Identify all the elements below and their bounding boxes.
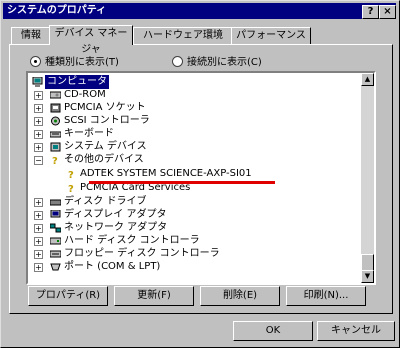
tree-item-hdd-controllers[interactable]: + ハード ディスク コントローラ bbox=[28, 234, 358, 248]
question-icon: ? bbox=[52, 156, 58, 165]
expand-plus-icon[interactable]: + bbox=[34, 224, 43, 233]
tab-performance[interactable]: パフォーマンス bbox=[231, 27, 311, 44]
tree-item-other-devices[interactable]: − ? その他のデバイス bbox=[28, 153, 358, 167]
ok-button[interactable]: OK bbox=[233, 321, 313, 341]
expand-plus-icon[interactable]: + bbox=[34, 143, 43, 152]
tree-item-disk-drives[interactable]: + ディスク ドライブ bbox=[28, 195, 358, 209]
radio-unselected-icon bbox=[172, 55, 183, 67]
scroll-thumb[interactable] bbox=[361, 254, 374, 271]
radio-selected-icon bbox=[30, 55, 41, 67]
tree-item-network-adapters[interactable]: + ネットワーク アダプタ bbox=[28, 221, 358, 235]
system-device-icon bbox=[50, 142, 61, 152]
device-tree[interactable]: コンピュータ + CD-ROM + PCMCIA ソケット + SCSI コント… bbox=[26, 71, 376, 285]
properties-button[interactable]: プロパティ(R) bbox=[28, 286, 108, 306]
network-adapter-icon bbox=[50, 223, 61, 233]
svg-text:?: ? bbox=[68, 170, 74, 179]
view-by-connection-label: 接続別に表示(C) bbox=[187, 57, 262, 68]
window-title: システムのプロパティ bbox=[7, 5, 107, 16]
scroll-down-icon[interactable]: ▼ bbox=[361, 270, 374, 283]
tree-item-floppy-controllers[interactable]: + フロッピー ディスク コントローラ bbox=[28, 247, 358, 261]
title-bar[interactable]: システムのプロパティ ? × bbox=[3, 3, 396, 19]
keyboard-icon bbox=[50, 131, 61, 138]
vertical-scrollbar[interactable]: ▲ ▼ bbox=[361, 73, 374, 283]
question-icon: ? bbox=[68, 170, 74, 179]
tree-item-pcmcia-socket[interactable]: + PCMCIA ソケット bbox=[28, 101, 358, 115]
tree-item-label: その他のデバイス bbox=[64, 154, 144, 165]
help-button[interactable]: ? bbox=[362, 5, 379, 19]
tree-item-label: ポート (COM & LPT) bbox=[64, 261, 161, 272]
expand-plus-icon[interactable]: + bbox=[34, 237, 43, 246]
expand-plus-icon[interactable]: + bbox=[34, 211, 43, 220]
view-by-connection-radio[interactable]: 接続別に表示(C) bbox=[172, 55, 262, 70]
expand-plus-icon[interactable]: + bbox=[34, 263, 43, 272]
svg-text:?: ? bbox=[68, 184, 74, 193]
floppy-controller-icon bbox=[50, 250, 61, 258]
port-icon bbox=[50, 263, 61, 271]
expand-plus-icon[interactable]: + bbox=[34, 91, 43, 100]
tree-item-adtek-device[interactable]: ? ADTEK SYSTEM SCIENCE-AXP-SI01 bbox=[28, 167, 358, 181]
scsi-icon bbox=[51, 116, 60, 126]
tree-item-label: CD-ROM bbox=[64, 89, 106, 100]
view-by-type-label: 種類別に表示(T) bbox=[45, 57, 119, 68]
tree-item-system-devices[interactable]: + システム デバイス bbox=[28, 140, 358, 154]
tab-hardware-profiles[interactable]: ハードウェア環境 bbox=[133, 27, 233, 44]
tree-item-scsi[interactable]: + SCSI コントローラ bbox=[28, 114, 358, 128]
tree-item-label: システム デバイス bbox=[64, 141, 147, 152]
disk-drive-icon bbox=[50, 199, 61, 206]
tree-item-label: PCMCIA ソケット bbox=[64, 102, 146, 113]
cdrom-icon bbox=[50, 91, 61, 99]
computer-icon bbox=[32, 77, 43, 87]
print-button[interactable]: 印刷(N)... bbox=[286, 286, 366, 306]
tree-item-label: キーボード bbox=[64, 128, 114, 139]
expand-plus-icon[interactable]: + bbox=[34, 250, 43, 259]
system-properties-window: システムのプロパティ ? × 情報 デバイス マネージャ ハードウェア環境 パフ… bbox=[0, 0, 400, 348]
display-adapter-icon bbox=[50, 210, 61, 218]
hdd-controller-icon bbox=[50, 237, 61, 245]
expand-plus-icon[interactable]: + bbox=[34, 130, 43, 139]
collapse-minus-icon[interactable]: − bbox=[34, 156, 43, 165]
tree-item-label: SCSI コントローラ bbox=[64, 115, 150, 126]
expand-plus-icon[interactable]: + bbox=[34, 104, 43, 113]
tab-info[interactable]: 情報 bbox=[11, 27, 51, 44]
tree-item-keyboard[interactable]: + キーボード bbox=[28, 127, 358, 141]
tree-item-label: コンピュータ bbox=[45, 75, 109, 89]
tree-item-display-adapters[interactable]: + ディスプレイ アダプタ bbox=[28, 208, 358, 222]
tree-item-cdrom[interactable]: + CD-ROM bbox=[28, 88, 358, 102]
question-icon: ? bbox=[68, 184, 74, 193]
view-by-type-radio[interactable]: 種類別に表示(T) bbox=[30, 55, 119, 70]
expand-plus-icon[interactable]: + bbox=[34, 117, 43, 126]
tree-item-label: フロッピー ディスク コントローラ bbox=[64, 248, 220, 259]
tree-item-label: ディスク ドライブ bbox=[64, 196, 147, 207]
tree-item-label: ディスプレイ アダプタ bbox=[64, 209, 167, 220]
pcmcia-icon bbox=[50, 103, 61, 113]
expand-plus-icon[interactable]: + bbox=[34, 198, 43, 207]
svg-text:?: ? bbox=[52, 156, 58, 165]
close-button[interactable]: × bbox=[379, 5, 396, 19]
tab-device-manager[interactable]: デバイス マネージャ bbox=[49, 25, 133, 55]
tree-item-ports[interactable]: + ポート (COM & LPT) bbox=[28, 260, 358, 274]
refresh-button[interactable]: 更新(F) bbox=[114, 286, 194, 306]
tree-item-label: ハード ディスク コントローラ bbox=[64, 235, 200, 246]
remove-button[interactable]: 削除(E) bbox=[200, 286, 280, 306]
tree-item-label: ADTEK SYSTEM SCIENCE-AXP-SI01 bbox=[80, 168, 252, 179]
tree-item-label: ネットワーク アダプタ bbox=[64, 222, 168, 233]
tree-item-computer[interactable]: コンピュータ bbox=[28, 75, 358, 89]
highlight-underline bbox=[89, 181, 275, 184]
scroll-up-icon[interactable]: ▲ bbox=[361, 73, 374, 86]
cancel-button[interactable]: キャンセル bbox=[317, 321, 395, 341]
